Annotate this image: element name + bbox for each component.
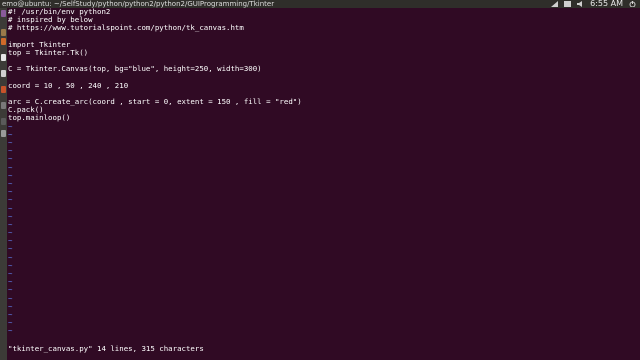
code-line[interactable] [8,33,640,41]
empty-line-marker: ~ [8,252,13,262]
empty-line-marker: ~ [8,203,13,213]
empty-line-marker: ~ [8,228,13,238]
trash-icon[interactable] [1,118,6,125]
empty-line-marker: ~ [8,285,13,295]
terminal-icon[interactable] [1,102,6,109]
empty-line-marker: ~ [8,187,13,197]
empty-line-marker: ~ [8,121,13,131]
code-line[interactable]: #! /usr/bin/env python2 [8,7,640,16]
empty-line-marker: ~ [8,170,13,180]
empty-line-marker: ~ [8,178,13,188]
files-icon[interactable] [1,29,6,36]
empty-line-marker: ~ [8,244,13,254]
empty-line-marker: ~ [8,293,13,303]
volume-icon[interactable] [577,1,584,7]
empty-line-marker: ~ [8,260,13,270]
empty-line-marker: ~ [8,162,13,172]
empty-line-marker: ~ [8,195,13,205]
empty-line-marker: ~ [8,154,13,164]
keyboard-icon[interactable] [564,1,572,7]
code-line[interactable]: import Tkinter [8,40,640,49]
workspace-icon[interactable] [1,130,6,137]
network-icon[interactable] [551,1,559,7]
dash-icon[interactable] [1,10,6,17]
empty-line-marker: ~ [8,211,13,221]
software-center-icon[interactable] [1,70,6,77]
settings-icon[interactable] [1,86,6,93]
editor-area[interactable]: #! /usr/bin/env python2 # inspired by bel… [8,7,640,360]
empty-line-marker: ~ [8,219,13,229]
code-line[interactable]: C = Tkinter.Canvas(top, bg="blue", heigh… [8,65,640,73]
power-icon[interactable] [629,1,636,8]
empty-line-marker: ~ [8,236,13,246]
clock[interactable]: 6:55 AM [590,0,623,8]
browser-icon[interactable] [1,38,6,45]
empty-line-marker: ~ [8,138,13,147]
code-line[interactable]: top = Tkinter.Tk() [8,48,640,57]
system-tray: 6:55 AM [551,0,636,8]
empty-line-marker: ~ [8,269,13,278]
status-line: "tkinter_canvas.py" 14 lines, 315 charac… [8,344,204,353]
empty-line-marker: ~ [8,129,13,139]
empty-line-marker: ~ [8,318,13,328]
empty-line-marker: ~ [8,301,13,311]
code-line[interactable]: arc = C.create_arc(coord , start = 0, ex… [8,97,640,106]
empty-line-marker: ~ [8,326,13,336]
code-line[interactable]: C.pack() [8,106,640,114]
code-line[interactable]: # https://www.tutorialspoint.com/python/… [8,24,640,32]
code-line[interactable]: coord = 10 , 50 , 240 , 210 [8,81,640,90]
empty-line-marker: ~ [8,146,13,156]
office-icon[interactable] [1,54,6,61]
empty-line-marker: ~ [8,309,13,319]
launcher [0,8,7,360]
empty-line-marker: ~ [8,277,13,287]
code-line[interactable]: top.mainloop() [8,114,640,122]
